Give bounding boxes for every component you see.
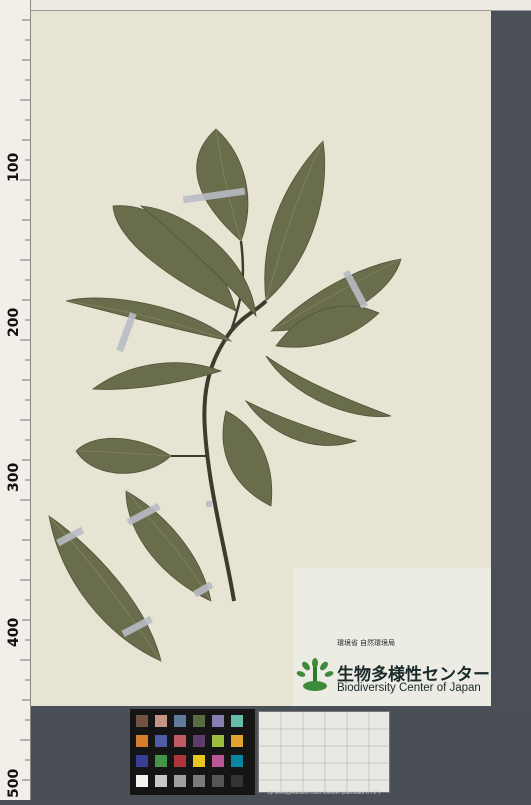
leaf-top-center bbox=[196, 128, 249, 242]
ruler-label-300: 300 bbox=[6, 462, 22, 492]
ruler-label-400: 400 bbox=[6, 617, 22, 647]
left-ruler: 100 200 300 400 500 bbox=[0, 0, 31, 800]
leaf-upper-right bbox=[264, 140, 326, 302]
leaf-right-lower bbox=[265, 355, 392, 418]
color-checker-card bbox=[130, 709, 255, 795]
herbarium-scan: 100 200 300 400 500 環境省 自然環境局 生物多様性センター … bbox=[0, 0, 531, 800]
leaf-left-lower bbox=[91, 362, 223, 390]
ruler-label-500: 500 bbox=[6, 768, 22, 798]
biodiversity-center-logo bbox=[296, 658, 334, 691]
leaf-center-lower bbox=[222, 410, 273, 507]
tape-3 bbox=[116, 312, 137, 353]
color-reference-table bbox=[258, 711, 390, 793]
ruler-label-100: 100 bbox=[6, 152, 22, 182]
color-card-caption: by GretagMacbeth color checker (illumina… bbox=[268, 790, 381, 796]
ruler-ticks bbox=[20, 19, 30, 781]
center-name-english: Biodiversity Center of Japan bbox=[337, 682, 481, 694]
tape-8 bbox=[206, 501, 212, 507]
leaf-left-single bbox=[75, 437, 172, 474]
ruler-label-200: 200 bbox=[6, 307, 22, 337]
table-grid bbox=[259, 712, 389, 792]
top-ruler bbox=[0, 0, 531, 11]
leaf-detached-1 bbox=[125, 490, 212, 602]
ministry-label: 環境省 自然環境局 bbox=[337, 640, 395, 647]
leaf-mid-left bbox=[65, 297, 233, 342]
